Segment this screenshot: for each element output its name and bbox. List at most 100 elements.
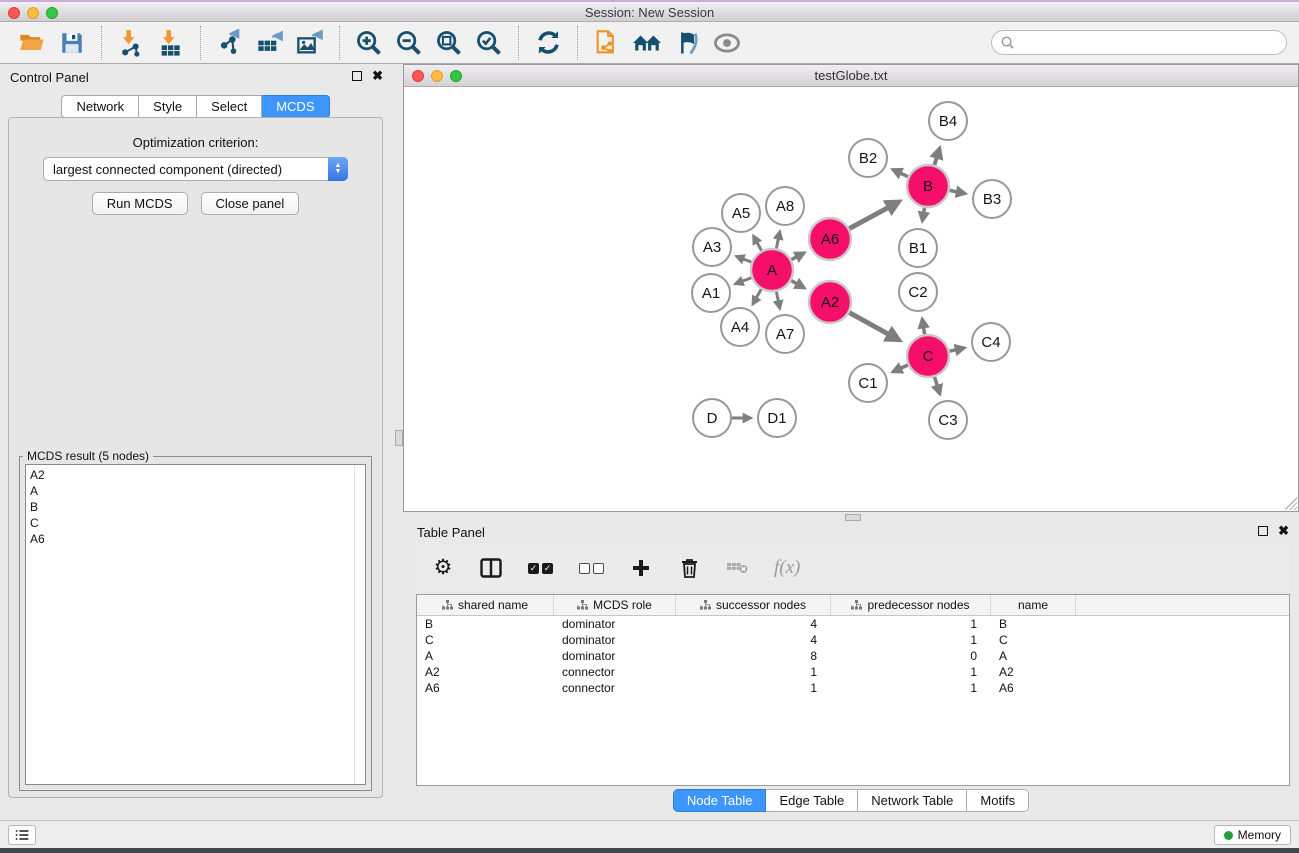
zoom-fit-icon[interactable] [432, 26, 466, 60]
edge-C-C4[interactable] [949, 348, 964, 351]
task-history-button[interactable] [8, 825, 36, 845]
edge-A6-B[interactable] [849, 202, 899, 229]
deselect-all-rows-icon[interactable] [579, 555, 604, 581]
run-mcds-button[interactable]: Run MCDS [92, 192, 188, 215]
edge-A-A7[interactable] [776, 292, 779, 309]
edge-A-A1[interactable] [736, 278, 752, 284]
float-table-panel-icon[interactable] [1258, 526, 1268, 536]
zoom-out-icon[interactable] [392, 26, 426, 60]
graph-node-A2[interactable]: A2 [809, 281, 851, 323]
edge-A-A5[interactable] [754, 236, 762, 251]
column-header-MCDS-role[interactable]: MCDS role [554, 595, 676, 615]
export-network-icon[interactable] [213, 26, 247, 60]
delete-column-trash-icon[interactable] [678, 555, 700, 581]
optimization-criterion-dropdown[interactable]: largest connected component (directed) ▲… [43, 157, 348, 181]
mcds-result-item[interactable]: B [30, 499, 350, 515]
graph-node-B[interactable]: B [907, 165, 949, 207]
graph-node-B3[interactable]: B3 [973, 180, 1011, 218]
graph-node-A6[interactable]: A6 [809, 218, 851, 260]
network-document-icon[interactable] [590, 26, 624, 60]
graph-node-A5[interactable]: A5 [722, 194, 760, 232]
tab-network[interactable]: Network [61, 95, 139, 118]
graph-node-C2[interactable]: C2 [899, 273, 937, 311]
mcds-result-item[interactable]: C [30, 515, 350, 531]
float-panel-icon[interactable] [352, 71, 362, 81]
tab-style[interactable]: Style [139, 95, 197, 118]
tab-edge-table[interactable]: Edge Table [766, 789, 858, 812]
table-settings-gear-icon[interactable]: ⚙ [432, 555, 454, 581]
graph-node-D[interactable]: D [693, 399, 731, 437]
graph-node-A1[interactable]: A1 [692, 274, 730, 312]
table-row[interactable]: A6connector11A6 [417, 680, 1289, 696]
mcds-list-scrollbar[interactable] [354, 465, 365, 784]
close-table-panel-icon[interactable]: ✖ [1278, 526, 1289, 536]
zoom-in-icon[interactable] [352, 26, 386, 60]
panel-splitter-handle[interactable] [395, 430, 403, 446]
tab-motifs[interactable]: Motifs [967, 789, 1029, 812]
search-input[interactable] [1015, 33, 1286, 53]
window-resize-grip[interactable] [1284, 497, 1297, 510]
add-column-icon[interactable] [630, 555, 652, 581]
import-table-icon[interactable] [154, 26, 188, 60]
export-image-icon[interactable] [293, 26, 327, 60]
memory-button[interactable]: Memory [1214, 825, 1291, 845]
import-network-icon[interactable] [114, 26, 148, 60]
edge-A-A8[interactable] [776, 232, 779, 249]
graph-node-C1[interactable]: C1 [849, 364, 887, 402]
tab-mcds[interactable]: MCDS [262, 95, 329, 118]
edge-C-C3[interactable] [935, 377, 940, 394]
edge-B-B4[interactable] [934, 148, 939, 165]
network-canvas[interactable]: B4B2BB3A5A8A6A3AB1A1A2C2A4A7C4CC1C3DD1 [404, 87, 1298, 511]
delete-table-icon[interactable] [726, 555, 748, 581]
table-row[interactable]: A2connector11A2 [417, 664, 1289, 680]
edge-A2-C[interactable] [849, 313, 899, 340]
graph-node-C[interactable]: C [907, 335, 949, 377]
toolbar-search-field[interactable] [991, 30, 1287, 55]
edge-B-B3[interactable] [950, 190, 966, 193]
edge-C-C1[interactable] [893, 365, 908, 372]
mcds-result-item[interactable]: A6 [30, 531, 350, 547]
column-header-shared-name[interactable]: shared name [417, 595, 554, 615]
column-header-name[interactable]: name [991, 595, 1076, 615]
close-panel-icon[interactable]: ✖ [372, 71, 383, 81]
table-row[interactable]: Cdominator41C [417, 632, 1289, 648]
select-all-rows-icon[interactable]: ✓✓ [528, 555, 553, 581]
edge-A-A6[interactable] [791, 253, 804, 260]
column-header-predecessor-nodes[interactable]: predecessor nodes [831, 595, 991, 615]
show-annotations-icon[interactable] [710, 26, 744, 60]
close-panel-button[interactable]: Close panel [201, 192, 300, 215]
hide-annotations-icon[interactable] [670, 26, 704, 60]
home-icon[interactable] [630, 26, 664, 60]
save-session-icon[interactable] [55, 26, 89, 60]
table-row[interactable]: Adominator80A [417, 648, 1289, 664]
edge-B-B1[interactable] [922, 208, 924, 221]
edge-A-A2[interactable] [791, 281, 804, 288]
function-builder-icon[interactable]: f(x) [774, 555, 800, 581]
edge-B-B2[interactable] [893, 170, 908, 177]
graph-node-A3[interactable]: A3 [693, 228, 731, 266]
edge-A-A3[interactable] [736, 256, 751, 262]
graph-node-A4[interactable]: A4 [721, 308, 759, 346]
export-table-icon[interactable] [253, 26, 287, 60]
graph-node-A8[interactable]: A8 [766, 187, 804, 225]
tab-network-table[interactable]: Network Table [858, 789, 967, 812]
mcds-result-item[interactable]: A2 [30, 467, 350, 483]
mcds-result-item[interactable]: A [30, 483, 350, 499]
zoom-selected-icon[interactable] [472, 26, 506, 60]
column-header-successor-nodes[interactable]: successor nodes [676, 595, 831, 615]
graph-node-B4[interactable]: B4 [929, 102, 967, 140]
graph-node-C3[interactable]: C3 [929, 401, 967, 439]
edge-A-A4[interactable] [753, 289, 761, 304]
refresh-icon[interactable] [531, 26, 565, 60]
graph-node-D1[interactable]: D1 [758, 399, 796, 437]
tab-node-table[interactable]: Node Table [673, 789, 767, 812]
open-session-icon[interactable] [15, 26, 49, 60]
graph-node-A7[interactable]: A7 [766, 315, 804, 353]
graph-node-C4[interactable]: C4 [972, 323, 1010, 361]
column-visibility-icon[interactable] [480, 555, 502, 581]
graph-node-A[interactable]: A [751, 249, 793, 291]
table-row[interactable]: Bdominator41B [417, 616, 1289, 632]
edge-C-C2[interactable] [922, 319, 924, 334]
tab-select[interactable]: Select [197, 95, 262, 118]
graph-node-B2[interactable]: B2 [849, 139, 887, 177]
